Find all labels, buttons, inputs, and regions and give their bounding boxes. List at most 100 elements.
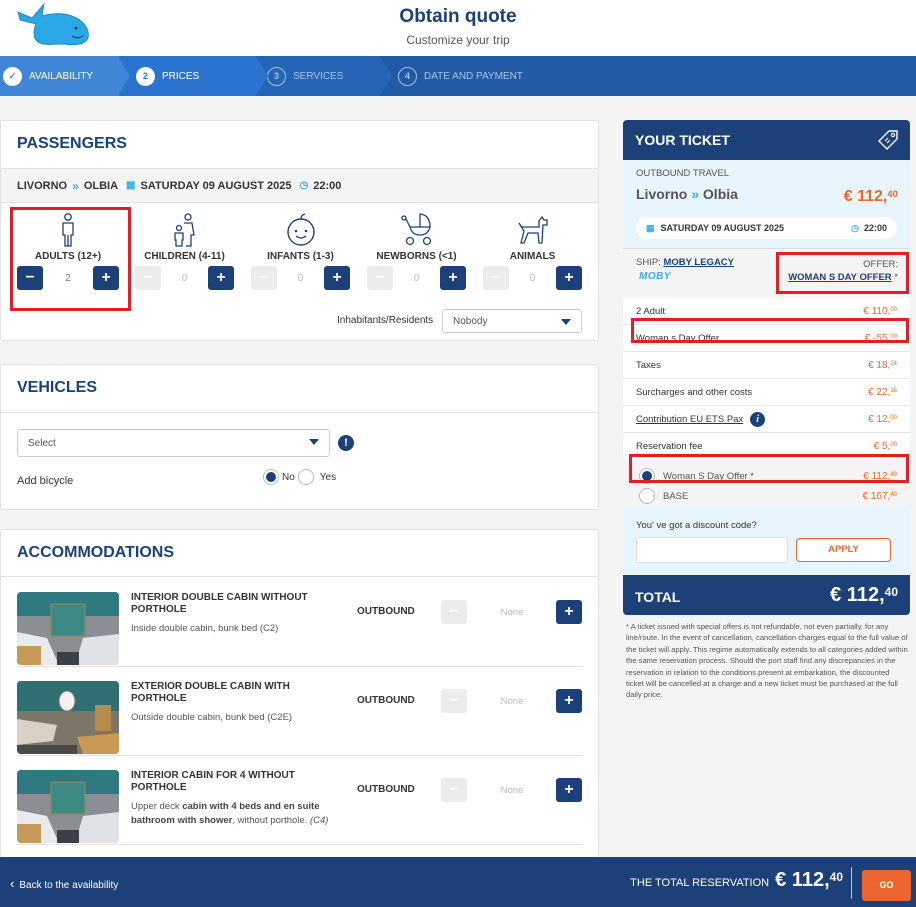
clock-icon: ◷ <box>299 180 309 191</box>
children-minus-button[interactable]: − <box>135 266 161 290</box>
radio-label: No <box>282 471 295 483</box>
highlight-box <box>776 252 909 294</box>
newborns-minus-button[interactable]: − <box>367 266 393 290</box>
accommodation-minus-button[interactable]: − <box>441 689 467 713</box>
highlight-box <box>10 207 131 311</box>
infants-minus-button[interactable]: − <box>251 266 277 290</box>
animals-plus-button[interactable]: + <box>556 266 582 290</box>
child-icon <box>173 213 195 247</box>
residents-label: Inhabitants/Residents <box>337 315 434 326</box>
outbound-time: 22:00 <box>863 222 887 233</box>
caret-down-icon <box>561 319 571 325</box>
back-to-availability-link[interactable]: ‹ Back to the availability <box>10 876 118 891</box>
highlight-box <box>631 318 909 343</box>
price-line-label: Taxes <box>636 359 661 371</box>
accommodation-plus-button[interactable]: + <box>556 600 582 624</box>
infants-plus-button[interactable]: + <box>324 266 350 290</box>
total-label: TOTAL <box>635 589 681 605</box>
step-availability[interactable]: ✓ AVAILABILITY <box>0 56 130 96</box>
step-date-payment: 4 DATE AND PAYMENT <box>392 56 916 96</box>
total-reservation-label: THE TOTAL RESERVATION <box>630 877 770 889</box>
accommodation-minus-button[interactable]: − <box>441 778 467 802</box>
page-title: Obtain quote <box>399 6 517 27</box>
animals-minus-button[interactable]: − <box>483 266 509 290</box>
check-icon: ✓ <box>3 66 22 86</box>
ets-contribution-link[interactable]: Contribution EU ETS Pax <box>636 414 743 425</box>
ship-name-link[interactable]: MOBY LEGACY <box>663 257 734 268</box>
price-line-amount: € 12,00 <box>868 413 897 425</box>
highlight-box <box>629 454 909 483</box>
newborns-count: 0 <box>413 272 420 284</box>
double-chevron-icon: » <box>72 178 79 193</box>
accommodation-direction: OUTBOUND <box>357 784 415 795</box>
passenger-type-label: CHILDREN (4-11) <box>144 251 225 262</box>
children-count: 0 <box>181 272 188 284</box>
discount-label: You' ve got a discount code? <box>636 520 757 531</box>
page-subtitle: Customize your trip <box>406 33 510 47</box>
footer-bar: ‹ Back to the availability THE TOTAL RESE… <box>0 857 916 907</box>
discount-code-input[interactable] <box>636 537 788 563</box>
newborns-stepper: − 0 + <box>367 266 466 290</box>
outbound-date-pill: ▦ SATURDAY 09 AUGUST 2025 ◷ 22:00 <box>636 217 897 239</box>
accommodations-title: ACCOMMODATIONS <box>1 530 598 577</box>
accommodation-direction: OUTBOUND <box>357 695 415 706</box>
children-stepper: − 0 + <box>135 266 234 290</box>
children-plus-button[interactable]: + <box>208 266 234 290</box>
price-integer: € 112, <box>843 188 888 205</box>
passengers-title: PASSENGERS <box>1 121 598 169</box>
ship-label: SHIP: MOBY LEGACY <box>636 257 734 268</box>
price-line-label: 2 Adult <box>636 305 666 317</box>
outbound-price: € 112,40 <box>844 188 898 206</box>
step-label: AVAILABILITY <box>29 70 94 82</box>
desc-text: , without porthole. <box>232 815 310 826</box>
bicycle-yes-radio[interactable] <box>297 469 314 485</box>
passenger-type-label: INFANTS (1-3) <box>267 251 334 262</box>
passenger-type-children: CHILDREN (4-11) − 0 + <box>135 213 234 290</box>
passengers-panel: PASSENGERS LIVORNO » OLBIA ▦ SATURDAY 09… <box>0 120 599 341</box>
apply-button[interactable]: APPLY <box>796 538 891 562</box>
bicycle-no-radio[interactable] <box>263 469 279 485</box>
add-bicycle-label: Add bicycle <box>17 475 74 487</box>
caret-down-icon <box>309 439 319 445</box>
price-line-amount: € 110,00 <box>863 305 897 317</box>
accommodation-minus-button[interactable]: − <box>441 600 467 624</box>
fare-option-label: BASE <box>663 490 689 502</box>
price-line-amount: € 5,00 <box>873 441 897 452</box>
outbound-time-wrap: ◷ 22:00 <box>851 223 887 234</box>
accommodation-plus-button[interactable]: + <box>556 778 582 802</box>
accommodation-name: INTERIOR CABIN FOR 4 WITHOUT PORTHOLE <box>131 770 295 793</box>
step-services: 3 SERVICES <box>256 56 392 96</box>
price-line-label: Surcharges and other costs <box>636 386 753 398</box>
clock-icon: ◷ <box>851 222 859 233</box>
accommodation-item: INTERIOR CABIN FOR 4 WITHOUT PORTHOLE Up… <box>17 756 583 845</box>
vehicle-select[interactable]: Select <box>17 429 330 457</box>
accommodation-item: INTERIOR DOUBLE CABIN WITHOUT PORTHOLE I… <box>17 578 583 667</box>
accommodation-name: EXTERIOR DOUBLE CABIN WITH PORTHOLE <box>131 681 290 704</box>
accommodation-plus-button[interactable]: + <box>556 689 582 713</box>
alert-icon[interactable]: ! <box>338 435 354 451</box>
passenger-type-infants: INFANTS (1-3) − 0 + <box>251 213 350 290</box>
total-amount: € 112,40 <box>830 583 898 606</box>
double-chevron-icon: » <box>691 186 700 202</box>
route-bar: LIVORNO » OLBIA ▦ SATURDAY 09 AUGUST 202… <box>1 169 598 203</box>
step-label: SERVICES <box>293 70 344 82</box>
fare-option[interactable]: BASE € 167,40 <box>623 486 910 506</box>
cabin-photo <box>17 770 119 843</box>
newborns-plus-button[interactable]: + <box>440 266 466 290</box>
ticket-title: YOUR TICKET <box>635 132 730 148</box>
price-line: Taxes € 18,24 <box>623 352 910 379</box>
radio-label: Yes <box>319 471 337 483</box>
infants-stepper: − 0 + <box>251 266 350 290</box>
outbound-date: SATURDAY 09 AUGUST 2025 <box>660 223 785 233</box>
ticket-summary: YOUR TICKET OUTBOUND TRAVEL Livorno » Ol… <box>623 120 910 615</box>
infant-icon <box>286 213 315 246</box>
route-time: 22:00 <box>313 179 342 192</box>
info-icon[interactable]: i <box>750 411 766 427</box>
residents-select[interactable]: Nobody <box>442 309 582 333</box>
bicycle-radio-group: No Yes <box>263 469 339 485</box>
go-button[interactable]: GO <box>862 870 911 901</box>
accommodation-direction: OUTBOUND <box>357 606 415 617</box>
dog-icon <box>517 215 548 244</box>
passenger-type-newborns: NEWBORNS (<1) − 0 + <box>367 213 466 290</box>
fare-radio[interactable] <box>639 488 655 504</box>
